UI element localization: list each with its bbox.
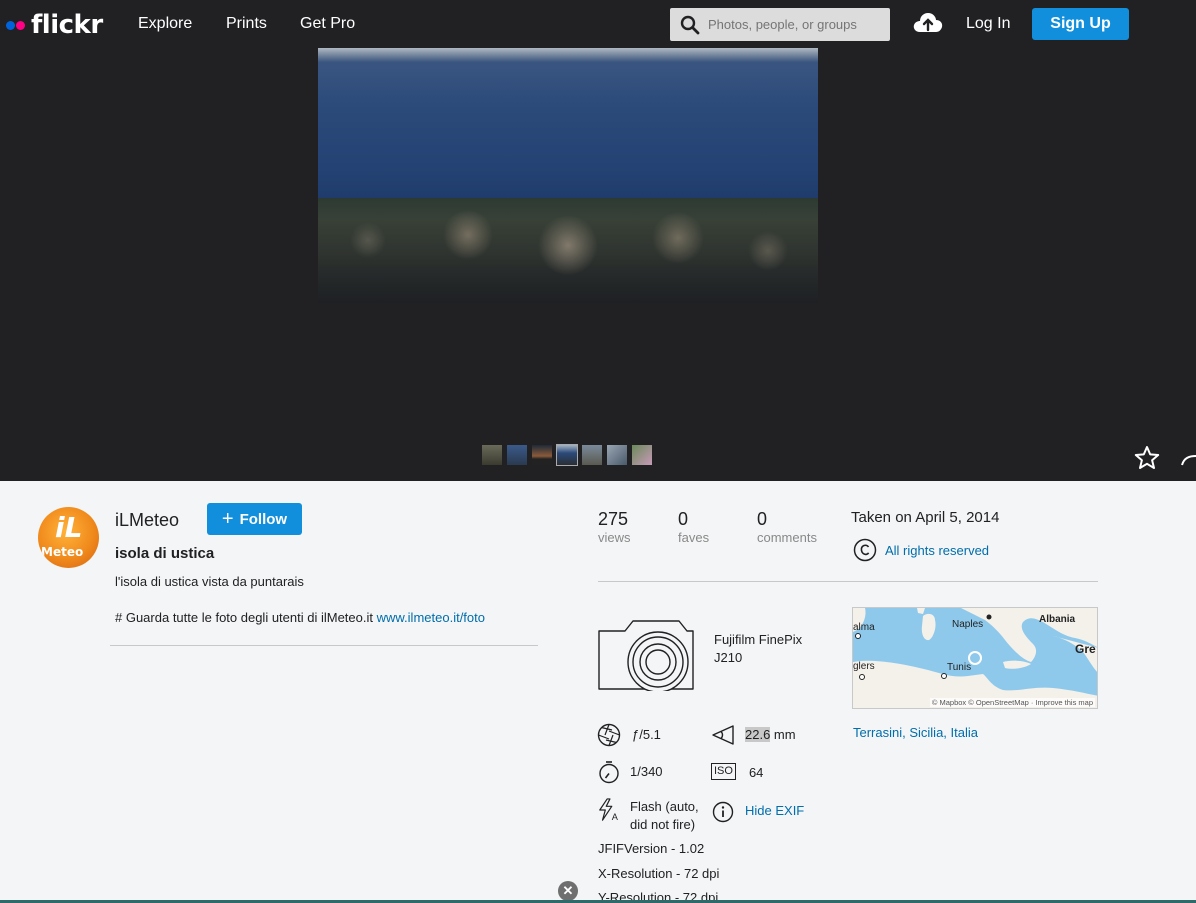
exif-toggle[interactable]: Hide EXIF (712, 801, 804, 823)
hide-exif-link[interactable]: Hide EXIF (745, 803, 804, 818)
focal-length-icon (712, 725, 734, 745)
aperture-value: ƒ/5.1 (632, 727, 661, 742)
signup-button[interactable]: Sign Up (1032, 8, 1129, 40)
iso-value: 64 (748, 765, 764, 780)
thumbnail[interactable] (607, 445, 627, 465)
stat-views-label: views (598, 530, 631, 545)
flash-icon: A (599, 798, 619, 822)
exif-x-resolution: X-Resolution - 72 dpi (598, 866, 720, 881)
photo-title: isola di ustica (115, 545, 215, 562)
close-button[interactable]: ✕ (558, 881, 578, 901)
location-map[interactable]: alma Naples Albania Gre glers Tunis © Ma… (852, 607, 1098, 709)
follow-button[interactable]: + Follow (207, 503, 302, 535)
avatar[interactable]: iL Meteo (38, 507, 99, 568)
stat-comments: 0 comments (757, 509, 817, 545)
stat-comments-value: 0 (757, 509, 768, 529)
flash-value: Flash (auto, did not fire) (630, 798, 699, 834)
stat-faves-label: faves (678, 530, 710, 545)
shutter-value: 1/340 (630, 764, 663, 779)
exif-iso: ISO 64 (711, 763, 763, 780)
exif-shutter: 1/340 (597, 760, 663, 784)
logo-text: flickr (31, 10, 103, 40)
top-nav: flickr Explore Prints Get Pro Log In Sig… (0, 0, 1196, 48)
focal-length-number: 22.6 (745, 727, 771, 742)
main-photo[interactable] (318, 48, 818, 303)
nav-explore[interactable]: Explore (138, 15, 192, 33)
share-icon[interactable] (1180, 445, 1196, 471)
photo-description: l'isola di ustica vista da puntarais (115, 574, 304, 589)
avatar-logo-subtext: Meteo (41, 545, 84, 559)
focal-length-unit: mm (770, 727, 796, 742)
thumbnail[interactable] (632, 445, 652, 465)
stat-comments-label: comments (757, 530, 817, 545)
focal-length-value: 22.6 mm (745, 727, 796, 742)
flash-value-line2: did not fire) (630, 817, 696, 832)
aperture-icon (597, 723, 621, 747)
nav-get-pro[interactable]: Get Pro (300, 15, 355, 33)
logo-pink-dot (16, 20, 25, 30)
flash-value-line1: Flash (auto, (630, 799, 699, 814)
date-taken: Taken on April 5, 2014 (851, 509, 1000, 526)
nav-prints[interactable]: Prints (226, 15, 267, 33)
camera-model-line2: J210 (714, 650, 743, 665)
thumbnail[interactable] (532, 445, 552, 465)
follow-label: Follow (239, 510, 288, 528)
location-link[interactable]: Terrasini, Sicilia, Italia (853, 725, 978, 740)
divider (110, 645, 538, 646)
exif-aperture: ƒ/5.1 (597, 723, 661, 747)
search-box[interactable] (670, 8, 890, 41)
favorite-star-icon[interactable] (1134, 445, 1160, 471)
thumbnail[interactable] (556, 444, 578, 466)
photo-viewer (0, 48, 1196, 481)
search-input[interactable] (708, 17, 878, 32)
thumbnail[interactable] (582, 445, 602, 465)
flickr-logo[interactable]: flickr (6, 10, 103, 40)
copyright-icon (853, 538, 877, 562)
divider (598, 581, 1098, 582)
map-attribution[interactable]: © Mapbox © OpenStreetMap · Improve this … (929, 698, 1095, 707)
search-icon (680, 15, 700, 34)
svg-text:A: A (612, 812, 619, 822)
stat-views-value: 275 (598, 509, 629, 529)
stopwatch-icon (599, 761, 619, 784)
photo-note-link[interactable]: www.ilmeteo.it/foto (377, 610, 485, 625)
close-icon: ✕ (562, 883, 574, 898)
thumbnail[interactable] (507, 445, 527, 465)
stat-faves: 0 faves (678, 509, 709, 545)
avatar-logo-text: iL (55, 511, 83, 544)
plus-icon: + (221, 508, 234, 530)
upload-cloud-icon[interactable] (912, 10, 944, 36)
photo-town-layer (318, 198, 818, 303)
photo-note-text: # Guarda tutte le foto degli utenti di i… (115, 610, 377, 625)
license: All rights reserved (853, 538, 989, 562)
stat-faves-value: 0 (678, 509, 689, 529)
photostream-thumbnails (482, 444, 652, 466)
camera-icon[interactable] (597, 619, 695, 691)
info-icon (712, 801, 734, 823)
iso-icon: ISO (711, 763, 736, 780)
login-link[interactable]: Log In (966, 15, 1010, 33)
camera-model-line1: Fujifilm FinePix (714, 632, 803, 647)
camera-model[interactable]: Fujifilm FinePix J210 (714, 631, 802, 667)
exif-focal-length: 22.6 mm (711, 723, 796, 747)
owner-name[interactable]: iLMeteo (115, 510, 179, 531)
logo-blue-dot (6, 20, 15, 30)
stat-views: 275 views (598, 509, 631, 545)
exif-jfif-version: JFIFVersion - 1.02 (598, 841, 705, 856)
license-link[interactable]: All rights reserved (885, 543, 989, 558)
thumbnail[interactable] (482, 445, 502, 465)
exif-flash: A Flash (auto, did not fire) (597, 798, 699, 834)
map-markers (855, 614, 992, 680)
photo-note: # Guarda tutte le foto degli utenti di i… (115, 610, 485, 625)
